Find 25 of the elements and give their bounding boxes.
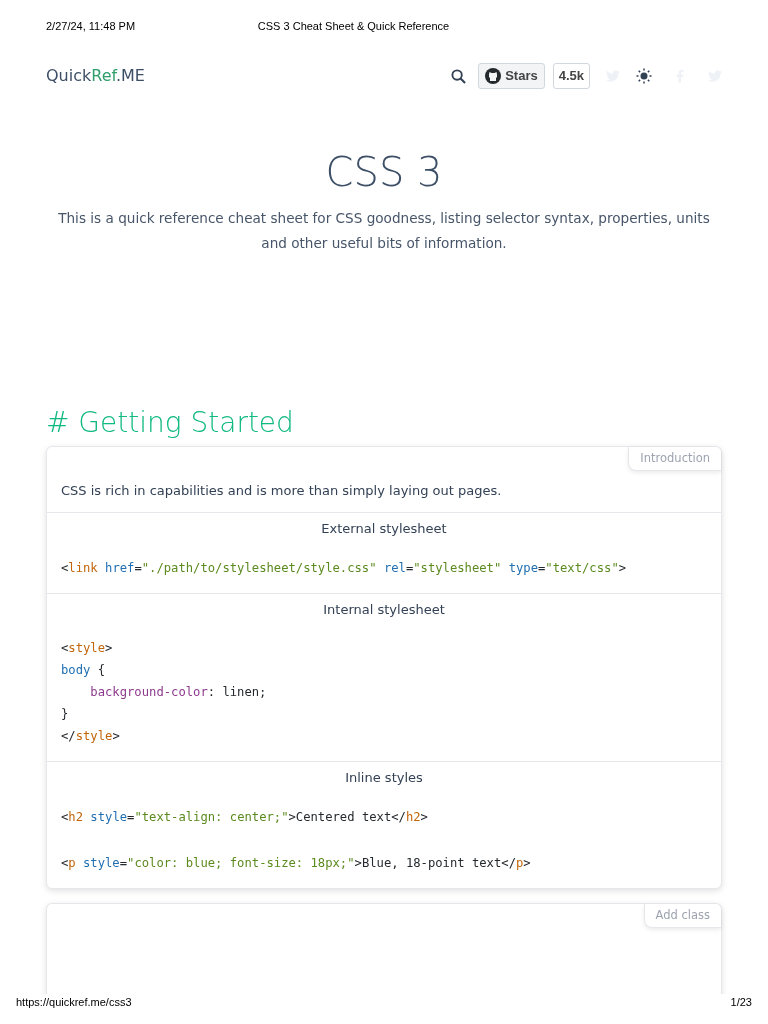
card-tag: Add class	[643, 903, 721, 928]
example-caption: Inline styles	[344, 769, 424, 788]
print-date: 2/27/24, 11:48 PM	[46, 19, 136, 34]
page-description: This is a quick reference cheat sheet for CSS goodness, listing selector syntax, properties, units and other useful bits of information.	[57, 209, 711, 253]
page-title: CSS 3	[324, 148, 444, 196]
page-number: 1/23	[730, 995, 752, 1010]
code-line: background-color: linen;	[89, 684, 268, 702]
print-url: https://quickref.me/css3	[16, 995, 132, 1010]
code-line: <h2 style="text-align: center;">Centered text</h2>	[61, 808, 429, 826]
code-line: <link href="./path/to/stylesheet/style.css" rel="stylesheet" type="text/css">	[61, 559, 628, 577]
search-icon[interactable]	[451, 68, 467, 84]
github-stars-button[interactable]: Stars	[478, 63, 545, 89]
site-logo[interactable]: QuickRef.ME	[46, 64, 145, 88]
stars-count[interactable]: 4.5k	[552, 63, 590, 89]
section-heading: # Getting Started	[46, 406, 295, 440]
code-line: body {	[61, 662, 107, 680]
example-caption: Internal stylesheet	[322, 600, 446, 619]
print-title: CSS 3 Cheat Sheet & Quick Reference	[257, 19, 450, 34]
code-line: <style>	[61, 640, 114, 658]
card-tag: Introduction	[628, 446, 721, 471]
code-line: }	[61, 706, 70, 724]
example-caption: External stylesheet	[320, 520, 448, 539]
sun-icon[interactable]	[636, 68, 652, 84]
code-line: </style>	[61, 728, 121, 746]
code-line: <p style="color: blue; font-size: 18px;">Blue, 18-point text</p>	[61, 854, 532, 872]
